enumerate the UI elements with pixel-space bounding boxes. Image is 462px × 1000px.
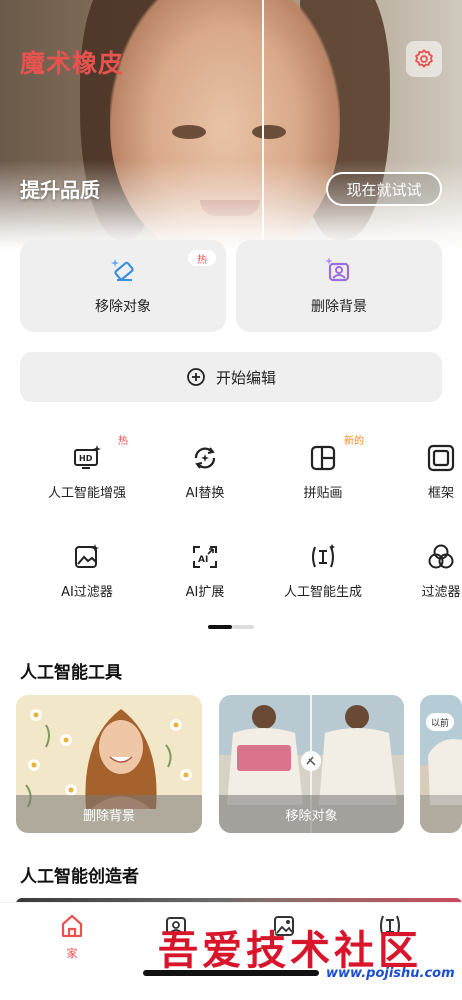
hero-banner[interactable] xyxy=(0,0,462,250)
tool-label: 过滤器 xyxy=(421,585,461,600)
section-title-ai-creators: 人工智能创造者 xyxy=(20,867,139,887)
collage-icon xyxy=(310,445,336,471)
tool-ai-expand[interactable]: AI AI扩展 xyxy=(140,543,270,603)
ai-tool-caption: 移除对象 xyxy=(219,795,404,833)
try-now-button[interactable]: 现在就试试 xyxy=(326,172,442,206)
tool-filter[interactable]: 过滤器 xyxy=(376,543,462,603)
svg-text:AI: AI xyxy=(198,555,208,565)
remove-background-label: 删除背景 xyxy=(311,299,367,315)
home-icon xyxy=(61,914,83,938)
eraser-sparkle-icon xyxy=(111,259,134,281)
ai-tool-caption: 删除背景 xyxy=(16,795,202,833)
before-badge: 以前 xyxy=(426,713,454,731)
tool-frame[interactable]: 框架 xyxy=(376,444,462,504)
tool-label: 人工智能增强 xyxy=(47,486,126,501)
pager-dot-active[interactable] xyxy=(208,625,232,629)
home-indicator[interactable] xyxy=(143,970,319,976)
remove-object-label: 移除对象 xyxy=(95,299,151,315)
frame-icon xyxy=(427,444,455,472)
watermark-url: www.pojishu.com xyxy=(326,966,455,981)
woman-portrait-image xyxy=(85,709,157,809)
before-after-divider[interactable] xyxy=(262,0,264,245)
tool-label: 框架 xyxy=(427,486,454,501)
start-edit-button[interactable]: 开始编辑 xyxy=(20,352,442,402)
tool-label: 拼贴画 xyxy=(303,486,343,501)
remove-object-card[interactable]: 热 移除对象 xyxy=(20,240,226,332)
tool-ai-swap[interactable]: AI替换 xyxy=(140,444,270,504)
ai-expand-icon: AI xyxy=(193,546,217,568)
hero-photo-eye xyxy=(172,125,206,139)
swap-icon xyxy=(194,447,216,469)
remove-background-icon xyxy=(325,257,350,282)
remove-background-card[interactable]: 删除背景 xyxy=(236,240,442,332)
tab-label: 家 xyxy=(66,947,78,960)
settings-button[interactable] xyxy=(406,41,442,77)
new-badge: 新的 xyxy=(344,436,364,447)
ai-filter-icon xyxy=(75,544,99,568)
filter-circles-icon xyxy=(428,544,454,569)
hero-subtitle: 提升品质 xyxy=(20,178,100,202)
tool-ai-generate[interactable]: 人工智能生成 xyxy=(258,543,388,603)
hd-enhance-icon: HD xyxy=(74,445,101,469)
ai-generate-icon xyxy=(312,544,335,568)
start-edit-label: 开始编辑 xyxy=(215,368,276,387)
tool-collage[interactable]: 拼贴画 xyxy=(258,444,388,504)
app-title: 魔术橡皮 xyxy=(20,49,125,78)
tool-label: AI过滤器 xyxy=(61,585,113,600)
gear-icon xyxy=(415,49,433,68)
hot-badge: 热 xyxy=(118,436,128,447)
hero-photo-eye xyxy=(252,125,286,139)
tool-ai-enhance[interactable]: HD 人工智能增强 xyxy=(22,444,152,504)
section-title-ai-tools: 人工智能工具 xyxy=(20,663,122,683)
hot-badge: 热 xyxy=(188,250,216,266)
tool-label: AI扩展 xyxy=(185,585,225,600)
svg-text:HD: HD xyxy=(79,454,93,463)
tool-label: AI替换 xyxy=(185,486,225,501)
ai-tool-card-remove-object[interactable]: 移除对象 xyxy=(219,695,404,833)
ai-tool-card-remove-background[interactable]: 删除背景 xyxy=(16,695,202,833)
tool-label: 人工智能生成 xyxy=(283,585,362,600)
ai-tool-caption-empty xyxy=(420,795,462,833)
tab-home[interactable]: 家 xyxy=(42,913,102,961)
tool-ai-filter[interactable]: AI过滤器 xyxy=(22,543,152,603)
pager-dot[interactable] xyxy=(232,625,254,629)
plus-circle-icon xyxy=(187,368,205,386)
